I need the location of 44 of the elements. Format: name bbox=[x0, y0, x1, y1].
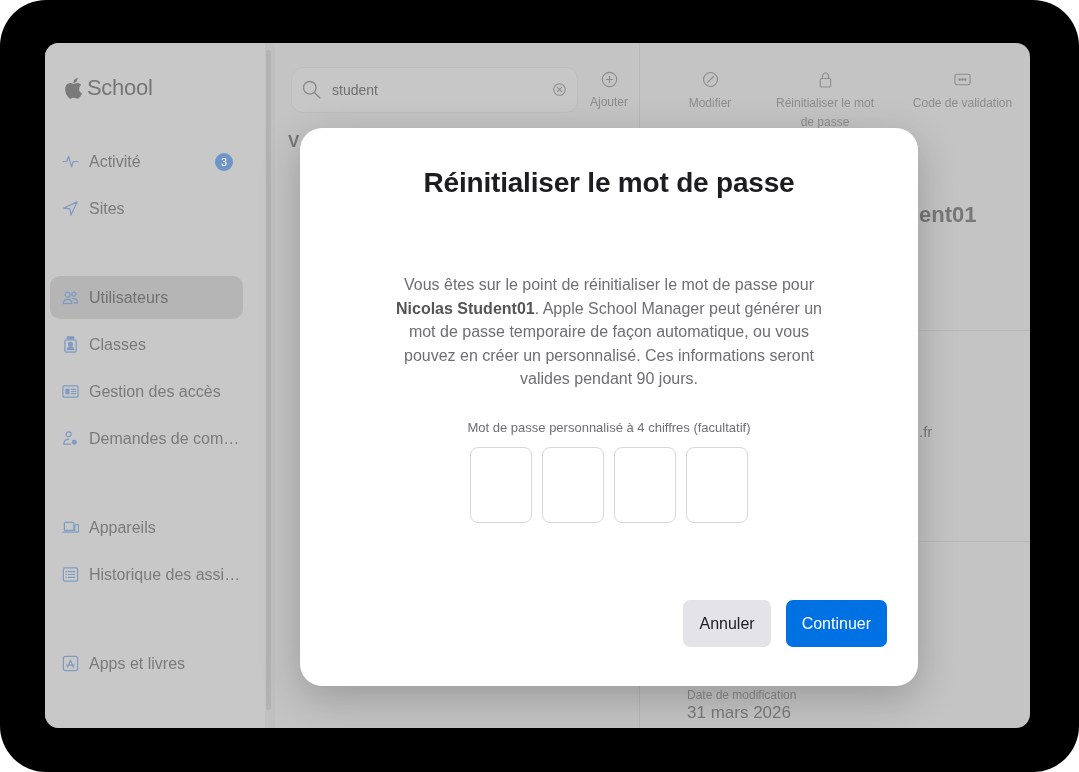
id-badge-icon bbox=[62, 336, 79, 353]
sidebar-item[interactable]: Classes bbox=[50, 323, 243, 366]
ellipsis-box-icon bbox=[954, 71, 971, 88]
sidebar-item[interactable]: Utilisateurs bbox=[50, 276, 243, 319]
search-field[interactable]: student bbox=[291, 67, 578, 113]
toolbar-button[interactable]: Modifier bbox=[665, 71, 755, 132]
dialog-message: Vous êtes sur le point de réinitialiser le mot de passe pour Nicolas Student01. Apple School Manager peut générer un mot de passe temporaire de façon automatique, ou vous pouvez en créer un personnalisé. Ces informations seront valides pendant 90 jours. bbox=[395, 275, 823, 389]
plus-circle-icon bbox=[600, 71, 618, 88]
apple-icon bbox=[65, 77, 83, 99]
search-icon bbox=[302, 80, 321, 99]
digit-field[interactable] bbox=[686, 446, 748, 523]
add-button[interactable]: Ajouter bbox=[587, 67, 631, 109]
sidebar-item[interactable]: Gestion des accès bbox=[50, 370, 243, 413]
circle-slash-icon bbox=[701, 71, 719, 88]
list-icon bbox=[62, 566, 79, 583]
dialog-button[interactable]: Annuler bbox=[683, 600, 771, 647]
sidebar-item[interactable]: Sites bbox=[50, 187, 243, 230]
sidebar-item[interactable]: Appareils bbox=[50, 506, 243, 549]
sidebar-item[interactable]: Historique des assi… bbox=[50, 553, 243, 596]
person-gear-icon bbox=[62, 430, 79, 447]
email-text: .fr bbox=[919, 423, 934, 441]
sidebar-item[interactable]: Apps et livres bbox=[50, 642, 243, 685]
digit-field[interactable] bbox=[470, 446, 532, 523]
sidebar-item[interactable]: Demandes de com… bbox=[50, 417, 243, 460]
toolbar-button[interactable]: Code de validation bbox=[895, 71, 1030, 132]
people-icon bbox=[62, 289, 79, 306]
code-label: Mot de passe personnalisé à 4 chiffres (facultatif) bbox=[467, 419, 751, 436]
laptop-phone-icon bbox=[62, 519, 79, 536]
dialog-button[interactable]: Continuer bbox=[785, 600, 887, 647]
field-value: 31 mars 2026 bbox=[687, 703, 792, 723]
scrollbar-thumb[interactable] bbox=[266, 50, 271, 710]
contact-card-icon bbox=[62, 383, 79, 400]
sidebar-item[interactable]: Activité 3 bbox=[50, 140, 243, 183]
count-badge: 3 bbox=[215, 152, 233, 171]
clear-icon[interactable] bbox=[553, 83, 566, 96]
navigation-arrow-icon bbox=[62, 200, 79, 217]
app-tile-icon bbox=[62, 655, 79, 672]
dialog-title: Réinitialiser le mot de passe bbox=[423, 166, 795, 200]
app-logo-text: School bbox=[87, 75, 153, 101]
pulse-icon bbox=[62, 153, 79, 170]
digit-field[interactable] bbox=[542, 446, 604, 523]
digit-field[interactable] bbox=[614, 446, 676, 523]
list-heading: V bbox=[288, 131, 300, 153]
user-name-heading: ent01 bbox=[919, 202, 978, 228]
